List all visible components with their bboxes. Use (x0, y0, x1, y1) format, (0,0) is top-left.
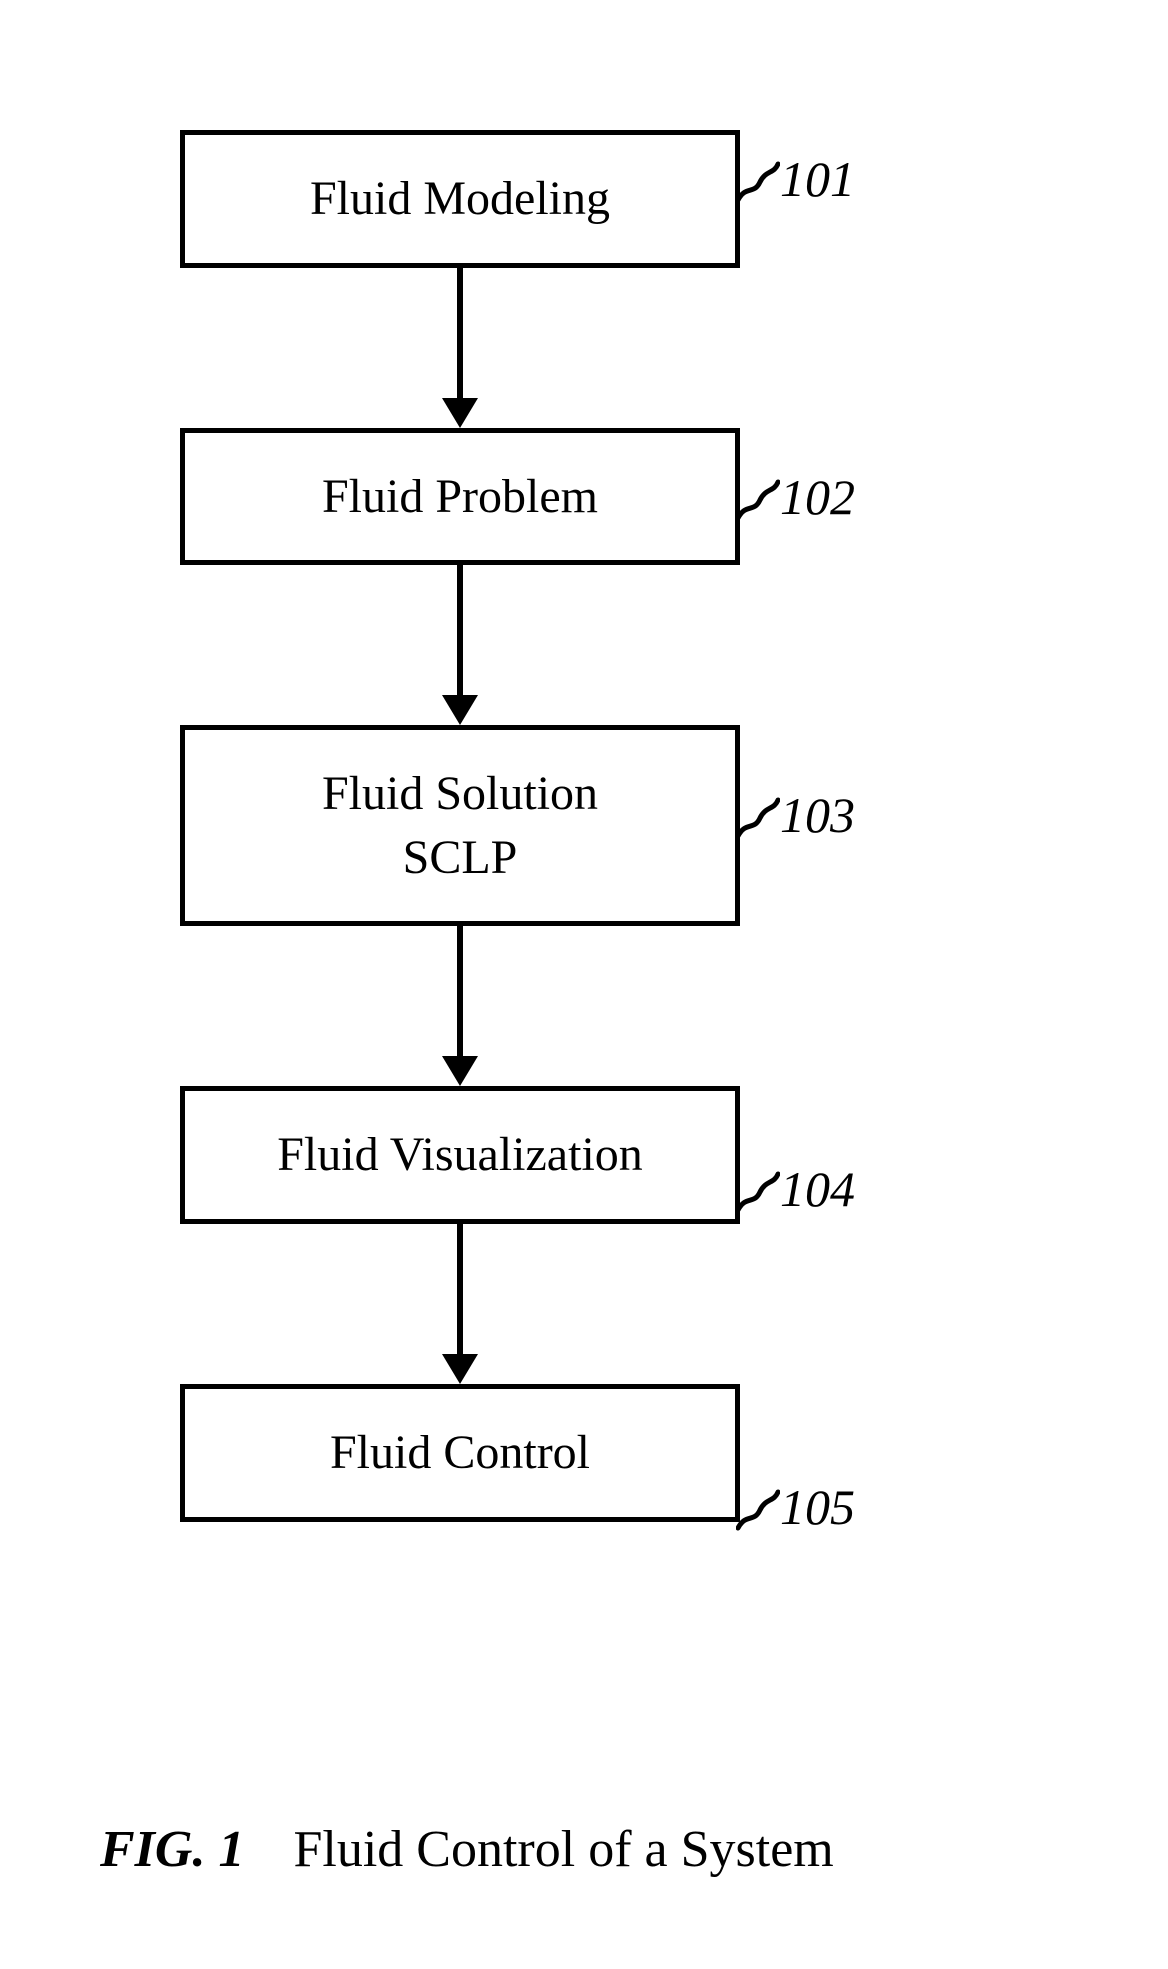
arrow-icon (442, 1224, 478, 1384)
box-fluid-control: Fluid Control (180, 1384, 740, 1522)
figure-caption: FIG. 1 Fluid Control of a System (100, 1820, 834, 1879)
arrow-icon (442, 268, 478, 428)
ref-label: 102 (780, 469, 855, 525)
ref-104: 104 (780, 1160, 855, 1218)
ref-103: 103 (780, 786, 855, 844)
callout-squiggle-icon (736, 1488, 780, 1532)
callout-squiggle-icon (736, 1170, 780, 1214)
box-text-line2: SCLP (403, 829, 518, 887)
ref-label: 103 (780, 787, 855, 843)
box-text: Fluid Problem (322, 468, 598, 526)
ref-label: 105 (780, 1479, 855, 1535)
box-text: Fluid Visualization (277, 1126, 643, 1184)
box-fluid-modeling: Fluid Modeling (180, 130, 740, 268)
ref-105: 105 (780, 1478, 855, 1536)
box-text: Fluid Control (330, 1424, 590, 1482)
arrow-icon (442, 565, 478, 725)
box-fluid-solution: Fluid Solution SCLP (180, 725, 740, 926)
arrow-icon (442, 926, 478, 1086)
ref-label: 101 (780, 151, 855, 207)
flowchart: Fluid Modeling Fluid Problem Fluid Solut… (180, 130, 740, 1522)
box-fluid-visualization: Fluid Visualization (180, 1086, 740, 1224)
callout-squiggle-icon (736, 478, 780, 522)
box-text: Fluid Modeling (310, 170, 610, 228)
figure-caption-text: Fluid Control of a System (293, 1821, 833, 1878)
callout-squiggle-icon (736, 796, 780, 840)
box-text: Fluid Solution (322, 765, 598, 823)
callout-squiggle-icon (736, 160, 780, 204)
ref-102: 102 (780, 468, 855, 526)
figure-label: FIG. 1 (100, 1821, 244, 1878)
box-fluid-problem: Fluid Problem (180, 428, 740, 566)
ref-101: 101 (780, 150, 855, 208)
ref-label: 104 (780, 1161, 855, 1217)
